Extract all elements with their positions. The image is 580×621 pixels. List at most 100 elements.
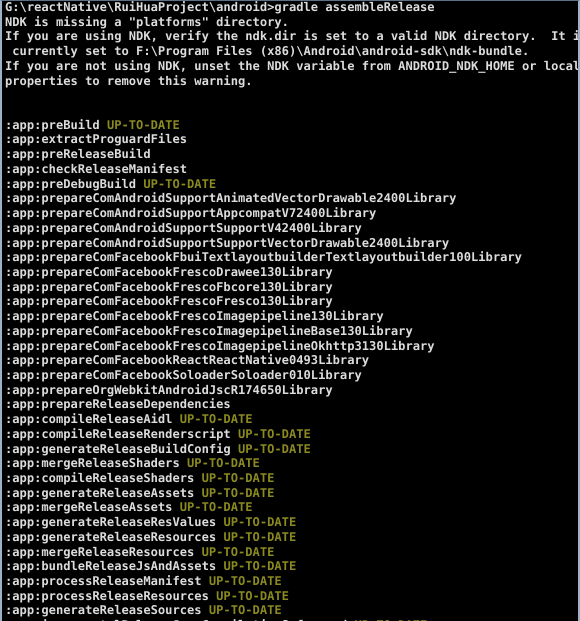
console-line: If you are using NDK, verify the ndk.dir…	[5, 29, 578, 44]
console-line: :app:prepareComFacebookSoloaderSoloader0…	[5, 368, 576, 383]
console-line-text: If you are using NDK, verify the ndk.dir…	[5, 29, 580, 44]
console-line-text: :app:compileReleaseAidl	[5, 412, 173, 427]
console-line-text	[5, 103, 12, 117]
console-line-text: :app:prepareComFacebookFrescoFresco130Li…	[5, 294, 333, 309]
console-line: :app:generateReleaseSources UP-TO-DATE	[5, 603, 576, 618]
console-line: :app:compileReleaseShaders UP-TO-DATE	[5, 471, 576, 486]
console-line-text: :app:prepareOrgWebkitAndroidJscR174650Li…	[5, 382, 333, 397]
console-line: :app:preReleaseBuild	[5, 147, 576, 162]
console-line-text: :app:prepareComFacebookFrescoFbcore130Li…	[5, 279, 333, 294]
console-line: :app:generateReleaseResources UP-TO-DATE	[5, 530, 576, 545]
console-line-text: :app:prepareComFacebookSoloaderSoloader0…	[5, 367, 362, 382]
task-status-up-to-date: UP-TO-DATE	[187, 456, 260, 471]
console-line-text	[5, 88, 12, 102]
console-line-gap	[202, 574, 209, 588]
task-status-up-to-date: UP-TO-DATE	[201, 544, 275, 559]
console-line-text: :app:prepareReleaseDependencies	[5, 397, 231, 412]
console-line: :app:prepareComFacebookFrescoImagepipeli…	[5, 324, 576, 339]
console-line: :app:prepareComAndroidSupportAnimatedVec…	[5, 191, 576, 206]
console-line: :app:prepareComFacebookFbuiTextlayoutbui…	[5, 250, 576, 265]
console-line-text: :app:prepareComFacebookFrescoDrawee130Li…	[5, 264, 333, 279]
console-line: :app:mergeReleaseAssets UP-TO-DATE	[5, 500, 576, 515]
console-line: :app:prepareComFacebookFrescoDrawee130Li…	[5, 265, 576, 280]
task-status-up-to-date: UP-TO-DATE	[223, 529, 297, 544]
console-line-gap	[194, 486, 201, 500]
console-line: :app:prepareComFacebookReactReactNative0…	[5, 353, 576, 368]
console-line-text: If you are not using NDK, unset the NDK …	[5, 58, 580, 73]
console-line: :app:generateReleaseBuildConfig UP-TO-DA…	[5, 442, 576, 457]
task-status-up-to-date: UP-TO-DATE	[238, 441, 311, 456]
task-status-up-to-date: UP-TO-DATE	[223, 515, 297, 530]
console-line: :app:processReleaseResources UP-TO-DATE	[5, 589, 576, 604]
console-line: G:\reactNative\RuiHuaProject\android>gra…	[5, 0, 576, 15]
console-line-text: :app:prepareComFacebookFrescoImagepipeli…	[5, 338, 435, 353]
console-line-text: :app:mergeReleaseAssets	[5, 500, 173, 515]
console-line-gap	[172, 412, 179, 426]
console-line: :app:prepareOrgWebkitAndroidJscR174650Li…	[5, 383, 576, 398]
console-line: :app:prepareComFacebookFrescoImagepipeli…	[5, 339, 576, 354]
console-line-gap	[194, 471, 201, 485]
console-line: :app:checkReleaseManifest	[5, 162, 576, 177]
console-line-text: :app:prepareComAndroidSupportSupportVect…	[5, 235, 450, 250]
console-line-text: :app:prepareComAndroidSupportSupportV424…	[5, 220, 362, 235]
console-line: :app:prepareComAndroidSupportSupportV424…	[5, 221, 576, 236]
task-status-up-to-date: UP-TO-DATE	[208, 574, 282, 589]
console-line: :app:extractProguardFiles	[5, 132, 576, 147]
task-status-up-to-date: UP-TO-DATE	[201, 471, 275, 485]
console-line-text: :app:mergeReleaseResources	[5, 544, 195, 559]
task-status-up-to-date: UP-TO-DATE	[216, 588, 289, 603]
console-line-text: :app:generateReleaseAssets	[5, 485, 195, 500]
console-line: :app:processReleaseManifest UP-TO-DATE	[5, 574, 576, 589]
console-line-text: :app:prepareComAndroidSupportAnimatedVec…	[5, 191, 457, 206]
console-line: :app:mergeReleaseResources UP-TO-DATE	[5, 545, 576, 560]
task-status-up-to-date: UP-TO-DATE	[208, 603, 282, 618]
console-line	[5, 88, 576, 103]
console-line-text: :app:preDebugBuild	[5, 176, 137, 191]
console-line: :app:mergeReleaseShaders UP-TO-DATE	[5, 456, 576, 471]
console-line: :app:preBuild UP-TO-DATE	[5, 118, 576, 133]
console-line-text: :app:processReleaseManifest	[5, 574, 202, 589]
console-line-text: :app:preBuild	[5, 117, 100, 132]
console-line-text: :app:prepareComFacebookFrescoImagepipeli…	[5, 309, 384, 324]
task-status-up-to-date: UP-TO-DATE	[106, 117, 180, 132]
console-line-gap	[194, 545, 201, 559]
console-line: currently set to F:\Program Files (x86)\…	[5, 44, 576, 59]
console-line: :app:prepareComAndroidSupportAppcompatV7…	[5, 206, 576, 221]
console-line-text: NDK is missing a "platforms" directory.	[5, 14, 289, 29]
task-status-up-to-date: UP-TO-DATE	[238, 426, 311, 441]
console-line-text: :app:prepareComFacebookFbuiTextlayoutbui…	[5, 250, 522, 265]
console-line-gap	[180, 456, 187, 470]
console-line-text: :app:preReleaseBuild	[5, 147, 151, 162]
console-line: :app:compileReleaseRenderscript UP-TO-DA…	[5, 427, 576, 442]
console-line: properties to remove this warning.	[5, 74, 576, 89]
console-line-text: :app:mergeReleaseShaders	[5, 456, 180, 471]
task-status-up-to-date: UP-TO-DATE	[223, 559, 297, 574]
console-line-text: :app:processReleaseResources	[5, 588, 209, 603]
console-line-text: :app:bundleReleaseJsAndAssets	[5, 559, 217, 574]
console-line-gap	[202, 603, 209, 617]
console-line-text: :app:extractProguardFiles	[5, 132, 188, 147]
console-line: :app:prepareComAndroidSupportSupportVect…	[5, 236, 576, 251]
task-status-up-to-date: UP-TO-DATE	[179, 500, 253, 515]
console-line-text: :app:compileReleaseShaders	[5, 471, 195, 485]
console-line-gap	[231, 442, 238, 456]
console-line-text: :app:generateReleaseResources	[5, 529, 217, 544]
console-line: :app:prepareComFacebookFrescoImagepipeli…	[5, 309, 576, 324]
console-line: :app:prepareReleaseDependencies	[5, 397, 576, 412]
console-line-text: :app:generateReleaseResValues	[5, 515, 217, 530]
console-line: :app:preDebugBuild UP-TO-DATE	[5, 177, 576, 192]
console-output-buffer[interactable]: G:\reactNative\RuiHuaProject\android>gra…	[2, 0, 580, 621]
console-line-text: properties to remove this warning.	[5, 73, 253, 88]
console-line-text: G:\reactNative\RuiHuaProject\android>gra…	[5, 0, 435, 14]
console-line: NDK is missing a "platforms" directory.	[5, 15, 576, 30]
console-line: :app:bundleReleaseJsAndAssets UP-TO-DATE	[5, 559, 576, 574]
console-line-text: :app:generateReleaseSources	[5, 603, 202, 618]
console-line-text: :app:prepareComAndroidSupportAppcompatV7…	[5, 206, 377, 221]
console-line: :app:generateReleaseAssets UP-TO-DATE	[5, 486, 576, 501]
console-line-text: :app:prepareComFacebookFrescoImagepipeli…	[5, 323, 413, 338]
console-line-text: :app:prepareComFacebookReactReactNative0…	[5, 353, 370, 368]
console-line-gap	[231, 427, 238, 441]
console-line-gap	[172, 500, 179, 514]
console-window[interactable]: G:\reactNative\RuiHuaProject\android>gra…	[0, 0, 580, 621]
task-status-up-to-date: UP-TO-DATE	[143, 176, 217, 191]
